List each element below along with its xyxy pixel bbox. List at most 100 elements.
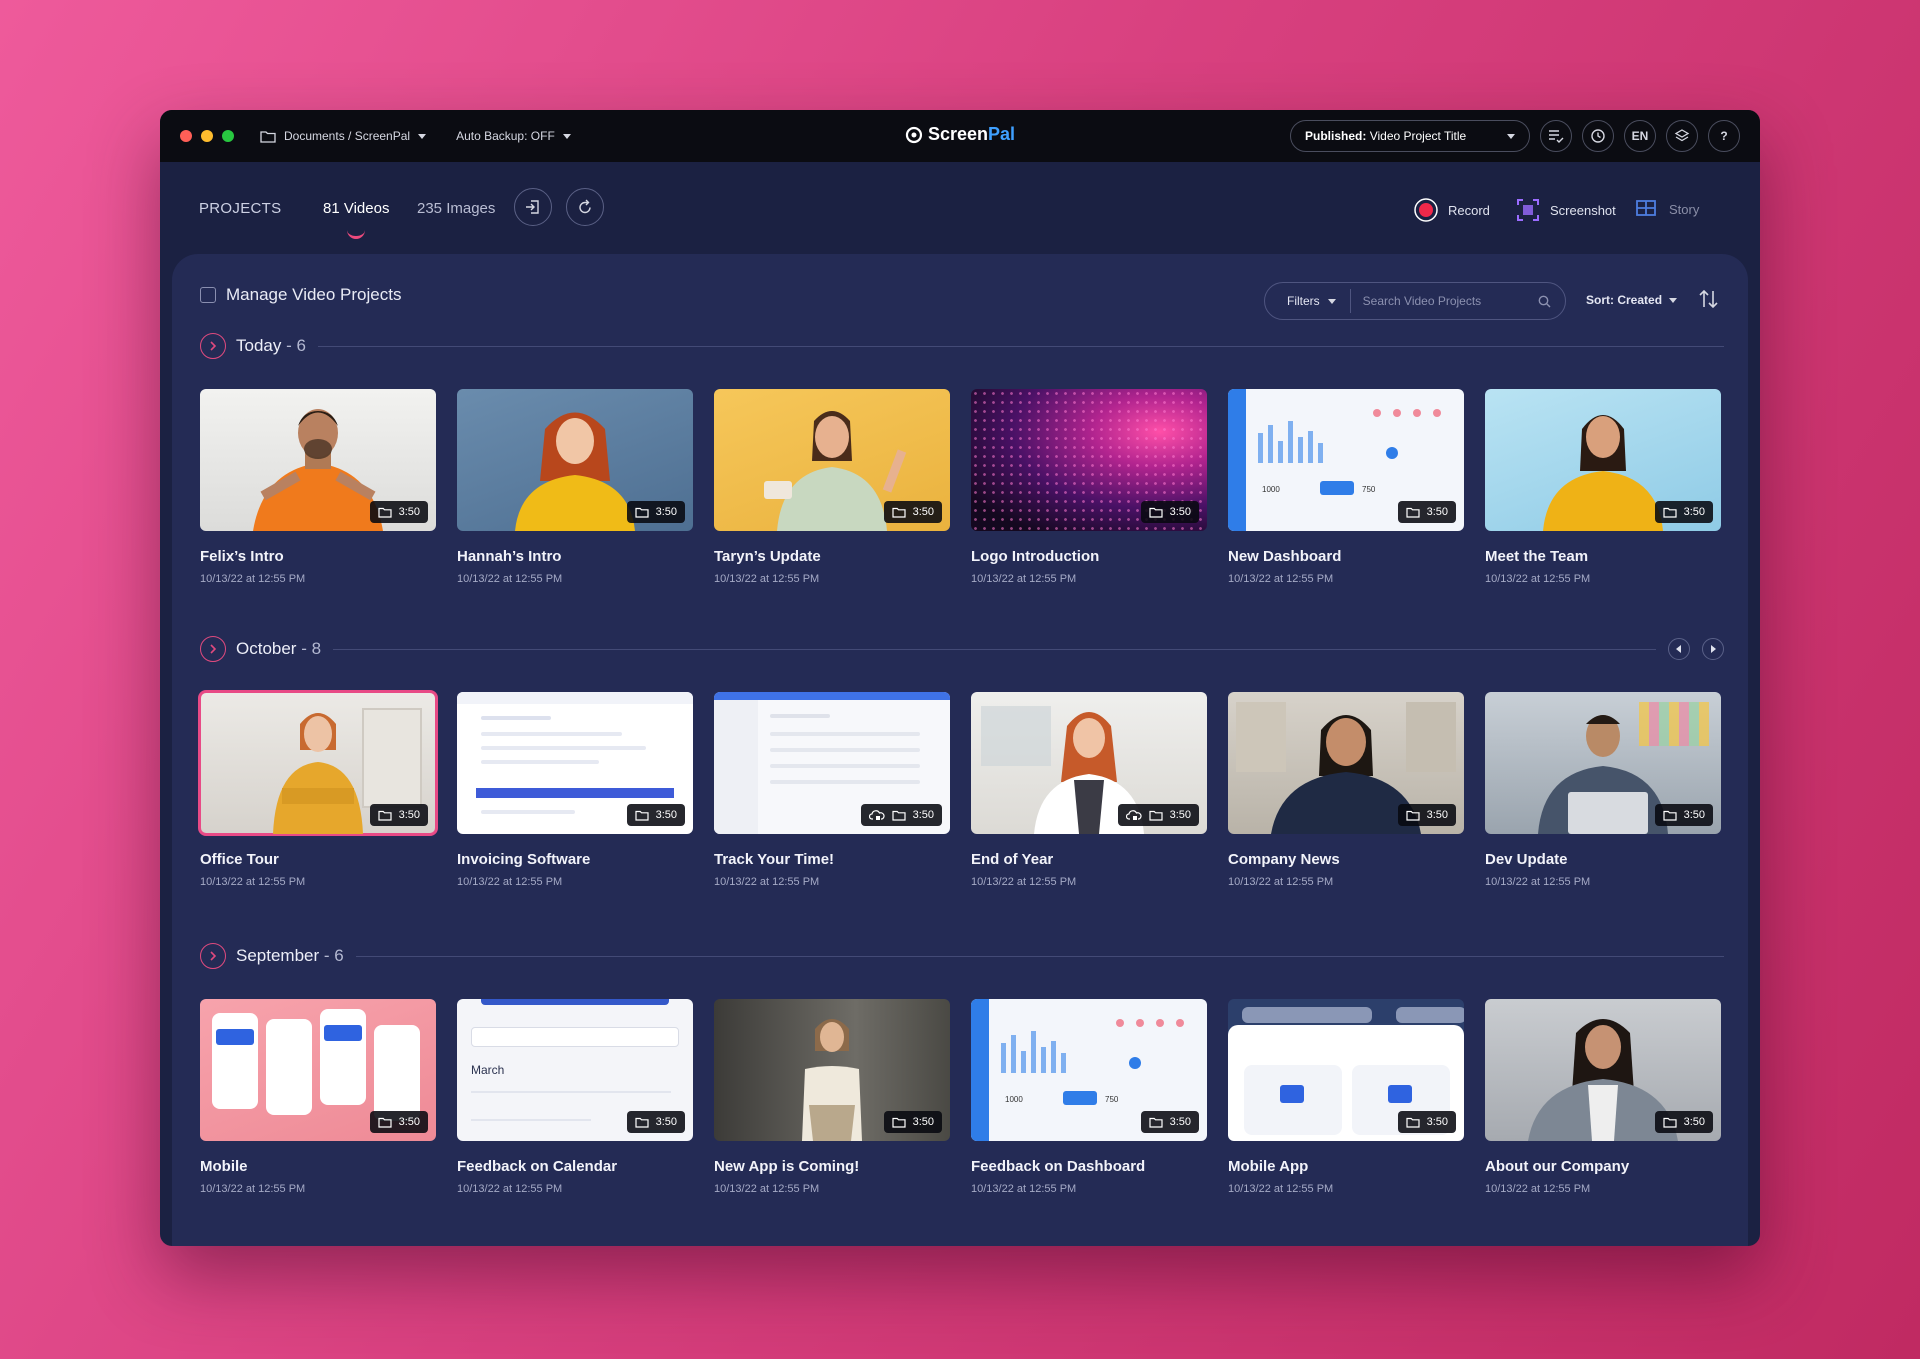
refresh-button[interactable]	[566, 188, 604, 226]
collapse-section-button[interactable]	[200, 333, 226, 359]
duration-badge: 3:50	[883, 501, 942, 523]
duration-badge: 3:50	[626, 804, 685, 826]
previous-page-button[interactable]	[1668, 638, 1690, 660]
collapse-section-button[interactable]	[200, 943, 226, 969]
search-placeholder: Search Video Projects	[1362, 294, 1482, 308]
next-page-button[interactable]	[1702, 638, 1724, 660]
calendar-month-image: March	[471, 1063, 505, 1077]
filters-dropdown[interactable]: Filters	[1265, 289, 1351, 313]
video-card[interactable]: 1000 750 3:50 New Dashboard 10/13/22 at 1…	[1228, 389, 1464, 585]
video-thumbnail[interactable]: 3:50	[1228, 999, 1464, 1141]
duration-badge: 3:50	[1654, 804, 1713, 826]
video-card[interactable]: 3:50 Invoicing Software 10/13/22 at 12:5…	[457, 692, 693, 888]
card-date: 10/13/22 at 12:55 PM	[457, 1183, 563, 1195]
video-card[interactable]: 3:50 Track Your Time! 10/13/22 at 12:55 …	[714, 692, 950, 888]
card-row: 3:50 Felix’s Intro 10/13/22 at 12:55 PM …	[200, 389, 1724, 585]
tab-videos[interactable]: 81 Videos	[323, 200, 389, 217]
search-input[interactable]: Search Video Projects	[1351, 294, 1565, 308]
sort-prefix: Sort:	[1586, 293, 1614, 307]
video-card[interactable]: 3:50 Mobile 10/13/22 at 12:55 PM	[200, 999, 436, 1195]
screenshot-button[interactable]: Screenshot	[1516, 198, 1616, 222]
location-dropdown[interactable]: Documents / ScreenPal	[260, 129, 427, 143]
app-header-image	[714, 692, 950, 700]
close-window-button[interactable]	[180, 130, 192, 142]
card-date: 10/13/22 at 12:55 PM	[971, 1183, 1077, 1195]
video-card[interactable]: 3:50 Logo Introduction 10/13/22 at 12:55…	[971, 389, 1207, 585]
section-divider	[317, 345, 1724, 347]
sort-direction-button[interactable]	[1698, 288, 1720, 315]
manage-checkbox[interactable]	[200, 287, 216, 303]
folder-icon	[1148, 1117, 1163, 1128]
video-thumbnail[interactable]: 3:50	[714, 692, 950, 834]
history-button[interactable]	[1582, 120, 1614, 152]
chevron-right-icon	[210, 951, 217, 961]
video-thumbnail[interactable]: 3:50	[1485, 692, 1721, 834]
filter-search-bar: Filters Search Video Projects	[1264, 282, 1566, 320]
auto-backup-dropdown[interactable]: Auto Backup: OFF	[456, 129, 571, 143]
video-card[interactable]: 3:50 Meet the Team 10/13/22 at 12:55 PM	[1485, 389, 1721, 585]
video-card[interactable]: 3:50 New App is Coming! 10/13/22 at 12:5…	[714, 999, 950, 1195]
record-button[interactable]: Record	[1414, 198, 1490, 222]
language-button[interactable]: EN	[1624, 120, 1656, 152]
video-card[interactable]: 3:50 Taryn’s Update 10/13/22 at 12:55 PM	[714, 389, 950, 585]
layers-button[interactable]	[1666, 120, 1698, 152]
sort-dropdown[interactable]: Sort: Created	[1586, 293, 1678, 307]
history-icon	[1591, 129, 1605, 143]
video-card[interactable]: 3:50 Company News 10/13/22 at 12:55 PM	[1228, 692, 1464, 888]
minimize-window-button[interactable]	[201, 130, 213, 142]
video-card[interactable]: 3:50 Mobile App 10/13/22 at 12:55 PM	[1228, 999, 1464, 1195]
video-thumbnail[interactable]: 3:50	[457, 692, 693, 834]
duration-badge: 3:50	[1397, 501, 1456, 523]
video-thumbnail[interactable]: 3:50	[971, 692, 1207, 834]
published-dropdown[interactable]: Published: Video Project Title	[1290, 120, 1530, 152]
video-thumbnail[interactable]: 3:50	[200, 999, 436, 1141]
location-label: Documents / ScreenPal	[284, 129, 411, 143]
video-card[interactable]: 3:50 Dev Update 10/13/22 at 12:55 PM	[1485, 692, 1721, 888]
video-thumbnail[interactable]: 3:50	[971, 389, 1207, 531]
video-card[interactable]: 1000 750 3:50 Feedback on Dashboard 10/13…	[971, 999, 1207, 1195]
svg-text:1000: 1000	[1005, 1095, 1023, 1104]
video-card[interactable]: 3:50 Hannah’s Intro 10/13/22 at 12:55 PM	[457, 389, 693, 585]
story-label: Story	[1669, 201, 1700, 217]
video-card[interactable]: March 3:50 Feedback on Calendar 10/13/22…	[457, 999, 693, 1195]
import-button[interactable]	[514, 188, 552, 226]
story-icon	[1636, 200, 1656, 216]
card-date: 10/13/22 at 12:55 PM	[1485, 876, 1591, 888]
video-thumbnail[interactable]: 3:50	[1228, 692, 1464, 834]
collapse-section-button[interactable]	[200, 636, 226, 662]
card-title: New App is Coming!	[714, 1158, 860, 1175]
maximize-window-button[interactable]	[222, 130, 234, 142]
card-title: Company News	[1228, 851, 1340, 868]
card-date: 10/13/22 at 12:55 PM	[714, 1183, 820, 1195]
manage-projects-toggle[interactable]: Manage Video Projects	[200, 285, 401, 305]
video-thumbnail[interactable]: 3:50	[200, 389, 436, 531]
projects-panel: Manage Video Projects Filters Search Vid…	[172, 254, 1748, 1246]
help-button[interactable]: ?	[1708, 120, 1740, 152]
video-thumbnail[interactable]: 3:50	[714, 999, 950, 1141]
card-date: 10/13/22 at 12:55 PM	[1228, 876, 1334, 888]
tab-images[interactable]: 235 Images	[417, 200, 495, 217]
chevron-down-icon	[418, 133, 427, 139]
duration-badge: 3:50	[860, 804, 942, 826]
checklist-button[interactable]	[1540, 120, 1572, 152]
projects-header: PROJECTS 81 Videos 235 Images Record Scr…	[160, 162, 1760, 254]
question-icon: ?	[1720, 129, 1728, 143]
video-thumbnail[interactable]: 3:50	[714, 389, 950, 531]
window-controls	[180, 130, 234, 142]
video-card[interactable]: 3:50 About our Company 10/13/22 at 12:55…	[1485, 999, 1721, 1195]
folder-icon	[634, 507, 649, 518]
story-button[interactable]: Story	[1635, 198, 1699, 220]
video-thumbnail[interactable]: 3:50	[457, 389, 693, 531]
video-card[interactable]: 3:50 Office Tour 10/13/22 at 12:55 PM	[198, 690, 438, 888]
folder-icon	[891, 810, 906, 821]
folder-icon	[1405, 1117, 1420, 1128]
card-title: Meet the Team	[1485, 548, 1589, 565]
video-thumbnail[interactable]: 3:50	[198, 690, 438, 836]
video-thumbnail[interactable]: March 3:50	[457, 999, 693, 1141]
video-card[interactable]: 3:50 End of Year 10/13/22 at 12:55 PM	[971, 692, 1207, 888]
video-card[interactable]: 3:50 Felix’s Intro 10/13/22 at 12:55 PM	[200, 389, 436, 585]
video-thumbnail[interactable]: 1000 750 3:50	[1228, 389, 1464, 531]
video-thumbnail[interactable]: 3:50	[1485, 999, 1721, 1141]
video-thumbnail[interactable]: 3:50	[1485, 389, 1721, 531]
video-thumbnail[interactable]: 1000 750 3:50	[971, 999, 1207, 1141]
